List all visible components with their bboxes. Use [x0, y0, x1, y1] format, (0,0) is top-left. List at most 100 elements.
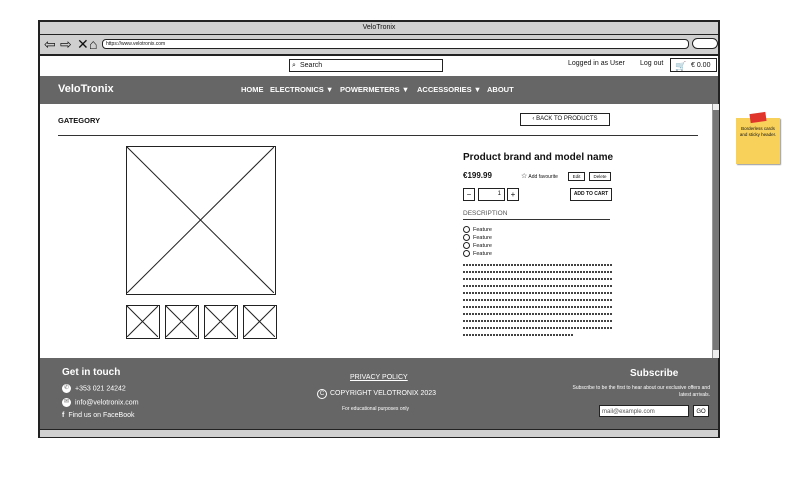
bullet-icon [463, 234, 470, 241]
bullet-icon [463, 250, 470, 257]
facebook-link[interactable]: f Find us on FaceBook [62, 412, 135, 419]
phone-icon: ✆ [62, 384, 71, 393]
search-placeholder: Search [300, 62, 323, 69]
cart-icon: 🛒 [675, 61, 687, 71]
bullet-icon [463, 242, 470, 249]
feature-label: Feature [473, 250, 492, 257]
back-arrow-icon[interactable]: ⇦ [44, 36, 56, 52]
thumbnail-image[interactable] [243, 305, 277, 339]
edit-button[interactable]: Edit [568, 172, 585, 181]
placeholder-text-line [463, 299, 613, 301]
caret-down-icon: ▼ [325, 85, 334, 94]
educational-note: For educational purposes only [342, 406, 409, 412]
placeholder-text-line [463, 320, 613, 322]
main-nav: VeloTronix HOME ELECTRONICS ▼ POWERMETER… [40, 76, 718, 104]
url-bar[interactable]: https://www.velotronix.com [102, 39, 689, 49]
search-input[interactable]: ⌕ Search [289, 59, 443, 72]
placeholder-text-line [463, 264, 613, 266]
privacy-policy-link[interactable]: PRIVACY POLICY [350, 374, 408, 381]
copyright: C COPYRIGHT VELOTRONIX 2023 [317, 389, 436, 399]
nav-item-about[interactable]: ABOUT [487, 85, 514, 94]
feature-label: Feature [473, 234, 492, 241]
add-favourite-link[interactable]: ☆ Add favourite [521, 172, 558, 180]
thumbnail-image[interactable] [126, 305, 160, 339]
add-to-cart-button[interactable]: ADD TO CART [570, 188, 612, 201]
page-title: GATEGORY [58, 116, 101, 125]
copyright-text: COPYRIGHT VELOTRONIX 2023 [330, 390, 437, 397]
logout-link[interactable]: Log out [640, 60, 663, 67]
browser-menu-button[interactable] [692, 38, 718, 49]
star-icon: ☆ [521, 173, 528, 180]
image-placeholder-icon [126, 305, 159, 338]
cart-button[interactable]: 🛒 € 0.00 [670, 58, 717, 72]
site-footer: Get in touch ✆ +353 021 24242 ✉ info@velot… [40, 358, 718, 429]
feature-item: Feature [463, 226, 492, 233]
cart-total: € 0.00 [691, 62, 711, 69]
decrease-quantity-button[interactable]: − [463, 188, 475, 201]
subscribe-text: Subscribe to be the first to hear about … [572, 385, 711, 398]
placeholder-text-line [463, 313, 613, 315]
delete-button[interactable]: Delete [589, 172, 611, 181]
copyright-icon: C [317, 389, 327, 399]
image-placeholder-icon [243, 305, 276, 338]
browser-window: VeloTronix ⇦ ⇨ ✕ ⌂ https://www.velotroni… [38, 20, 720, 438]
feature-label: Feature [473, 242, 492, 249]
placeholder-text-line [463, 271, 613, 273]
placeholder-text-line [463, 327, 613, 329]
nav-item-powermeters[interactable]: POWERMETERS ▼ [340, 85, 409, 94]
back-button-label: BACK TO PRODUCTS [536, 116, 598, 122]
subscribe-go-button[interactable]: GO [693, 405, 709, 417]
feature-label: Feature [473, 226, 492, 233]
email-address: info@velotronix.com [75, 399, 139, 407]
caret-down-icon: ▼ [473, 85, 482, 94]
browser-toolbar: ⇦ ⇨ ✕ ⌂ https://www.velotronix.com [40, 35, 718, 56]
email-icon: ✉ [62, 398, 71, 407]
status-bar [40, 429, 718, 437]
window-title: VeloTronix [40, 22, 718, 35]
forward-arrow-icon[interactable]: ⇨ [60, 36, 72, 52]
close-icon[interactable]: ✕ [77, 36, 89, 52]
email-contact[interactable]: ✉ info@velotronix.com [62, 398, 139, 407]
facebook-icon: f [62, 412, 65, 419]
image-placeholder-icon [165, 305, 198, 338]
site-logo[interactable]: VeloTronix [58, 83, 114, 95]
placeholder-text-line [463, 334, 573, 336]
placeholder-text-line [463, 278, 613, 280]
product-image [126, 146, 276, 295]
nav-item-label: ELECTRONICS [270, 85, 324, 94]
facebook-label: Find us on FaceBook [68, 412, 135, 419]
product-price: €199.99 [463, 171, 492, 180]
placeholder-text-line [463, 306, 613, 308]
image-placeholder-icon [127, 147, 274, 293]
back-to-products-button[interactable]: ‹ BACK TO PRODUCTS [520, 113, 610, 126]
thumbnail-image[interactable] [204, 305, 238, 339]
search-icon: ⌕ [292, 62, 296, 69]
site-top-strip: ⌕ Search Logged in as User Log out 🛒 € 0… [40, 56, 718, 76]
nav-item-accessories[interactable]: ACCESSORIES ▼ [417, 85, 481, 94]
quantity-input[interactable]: 1 [478, 188, 505, 201]
bullet-icon [463, 226, 470, 233]
get-in-touch-heading: Get in touch [62, 367, 121, 378]
nav-item-label: POWERMETERS [340, 85, 400, 94]
home-icon[interactable]: ⌂ [89, 36, 97, 52]
product-detail: GATEGORY ‹ BACK TO PRODUCTS Product bran… [40, 104, 710, 358]
note-pin [749, 111, 767, 124]
nav-item-home[interactable]: HOME [241, 85, 264, 94]
favourite-label: Add favourite [528, 174, 558, 180]
phone-contact[interactable]: ✆ +353 021 24242 [62, 384, 126, 393]
thumbnail-image[interactable] [165, 305, 199, 339]
scrollbar[interactable] [712, 104, 719, 358]
placeholder-text-line [463, 285, 613, 287]
subscribe-heading: Subscribe [630, 368, 679, 379]
scrollbar-thumb[interactable] [713, 110, 719, 350]
description-heading: DESCRIPTION [463, 210, 508, 217]
email-field[interactable]: mail@example.com [599, 405, 689, 417]
feature-item: Feature [463, 250, 492, 257]
increase-quantity-button[interactable]: + [507, 188, 519, 201]
caret-down-icon: ▼ [401, 85, 410, 94]
feature-item: Feature [463, 242, 492, 249]
product-name: Product brand and model name [463, 152, 614, 163]
divider [463, 219, 610, 220]
nav-item-electronics[interactable]: ELECTRONICS ▼ [270, 85, 333, 94]
nav-item-label: ACCESSORIES [417, 85, 472, 94]
